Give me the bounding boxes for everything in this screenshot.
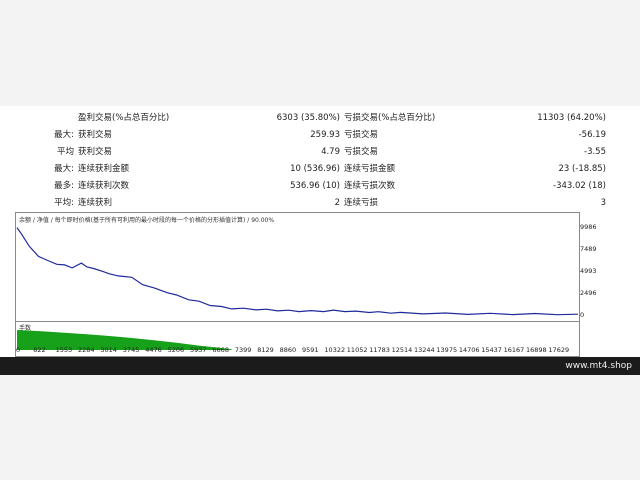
x-tick-label: 11052	[346, 346, 368, 354]
stats-row-label-left: 连续获利次数	[78, 181, 130, 191]
x-tick-label: 7399	[234, 346, 252, 354]
y-tick-label: 9986	[580, 222, 597, 231]
y-tick-label: 4993	[580, 266, 597, 275]
balance-plot	[16, 227, 579, 316]
stats-row-value-left: 10 (536.96)	[290, 164, 340, 174]
stats-row-label-right: 亏损交易(%占总百分比)	[344, 113, 436, 123]
stats-row-label-left: 盈利交易(%占总百分比)	[78, 113, 170, 123]
stats-row-label-right: 亏损交易	[344, 147, 379, 157]
stats-row-prefix: 平均	[56, 147, 74, 157]
stats-row-value-right: 11303 (64.20%)	[537, 113, 606, 123]
stats-row-value-right: 3	[600, 198, 606, 208]
stats-row-value-left: 2	[334, 198, 340, 208]
x-tick-label: 14706	[458, 346, 480, 354]
stats-row: 平均 获利交易 4.79 亏损交易 -3.55	[0, 144, 640, 161]
y-tick-label: 7489	[580, 244, 597, 253]
stats-row: 盈利交易(%占总百分比) 6303 (35.80%) 亏损交易(%占总百分比) 113…	[0, 110, 640, 127]
stats-row-value-right: -343.02 (18)	[553, 181, 606, 191]
x-tick-label: 4476	[145, 346, 162, 354]
stats-row: 最大: 获利交易 259.93 亏损交易 -56.19	[0, 127, 640, 144]
stats-row-value-left: 536.96 (10)	[290, 181, 340, 191]
stats-row-value-left: 259.93	[310, 130, 340, 140]
stats-row-label-right: 连续亏损	[344, 198, 379, 208]
stats-row-prefix: 最大:	[54, 164, 74, 174]
x-tick-label: 8860	[279, 346, 297, 354]
stats-row-prefix: 平均:	[54, 198, 74, 208]
x-tick-label: 12514	[391, 346, 413, 354]
x-tick-label: 17629	[548, 346, 570, 354]
stats-row-prefix: 最多:	[54, 181, 74, 191]
x-tick-label: 16167	[503, 346, 525, 354]
stats-row-value-left: 6303 (35.80%)	[276, 113, 340, 123]
stats-row-value-right: -56.19	[578, 130, 606, 140]
stats-row: 平均: 连续获利 2 连续亏损 3	[0, 195, 640, 212]
volume-caption: 手数	[19, 325, 32, 332]
x-tick-label: 11783	[369, 346, 390, 354]
x-tick-label: 13244	[414, 346, 435, 354]
x-tick-label: 5206	[167, 346, 185, 354]
stats-row-label-left: 获利交易	[78, 130, 113, 140]
x-axis-ticks: 0 822 1553 2284 3014 3745 4476 5206 5937 6668 7399…	[0, 346, 640, 356]
stats-row-value-left: 4.79	[321, 147, 340, 157]
balance-chart: 余额 / 净值 / 每个即时价格(基于所有可利用的最小时段的每一个价格的分形插值…	[15, 212, 580, 357]
x-tick-label: 6668	[212, 346, 229, 354]
x-tick-label: 5937	[190, 346, 207, 354]
y-tick-label: 0	[580, 311, 585, 319]
stats-row-label-right: 连续亏损金额	[344, 164, 396, 174]
x-tick-label: 10322	[324, 346, 346, 354]
x-tick-label: 8129	[257, 346, 274, 354]
footer-bar: www.mt4.shop	[0, 357, 640, 375]
x-tick-label: 3745	[122, 346, 140, 354]
balance-series-line	[16, 227, 579, 316]
stats-row-prefix: 最大:	[54, 130, 74, 140]
x-tick-label: 16898	[526, 346, 547, 354]
x-tick-label: 0	[16, 346, 21, 354]
x-tick-label: 2284	[78, 346, 95, 354]
footer-watermark: www.mt4.shop	[565, 361, 632, 371]
chart-caption: 余额 / 净值 / 每个即时价格(基于所有可利用的最小时段的每一个价格的分形插值…	[19, 217, 275, 224]
stats-row: 最多: 连续获利次数 536.96 (10) 连续亏损次数 -343.02 (18)	[0, 178, 640, 195]
report-panel: 盈利交易(%占总百分比) 6303 (35.80%) 亏损交易(%占总百分比) 113…	[0, 106, 640, 357]
x-tick-label: 822	[33, 346, 46, 354]
stats-row: 最大: 连续获利金额 10 (536.96) 连续亏损金额 23 (-18.85)	[0, 161, 640, 178]
x-tick-label: 3014	[100, 346, 117, 354]
stats-row-label-right: 连续亏损次数	[344, 181, 396, 191]
y-tick-label: 2496	[580, 288, 597, 297]
x-tick-label: 1553	[55, 346, 73, 354]
x-tick-label: 13975	[436, 346, 458, 354]
stats-row-value-right: 23 (-18.85)	[558, 164, 606, 174]
x-tick-label: 15437	[481, 346, 502, 354]
x-tick-label: 9591	[302, 346, 319, 354]
y-axis-ticks: 9986 7489 4993 2496 0	[580, 212, 620, 322]
stats-row-label-left: 连续获利	[78, 198, 113, 208]
stats-row-label-left: 连续获利金额	[78, 164, 130, 174]
stats-row-value-right: -3.55	[584, 147, 606, 157]
stats-row-label-left: 获利交易	[78, 147, 113, 157]
stats-row-label-right: 亏损交易	[344, 130, 379, 140]
